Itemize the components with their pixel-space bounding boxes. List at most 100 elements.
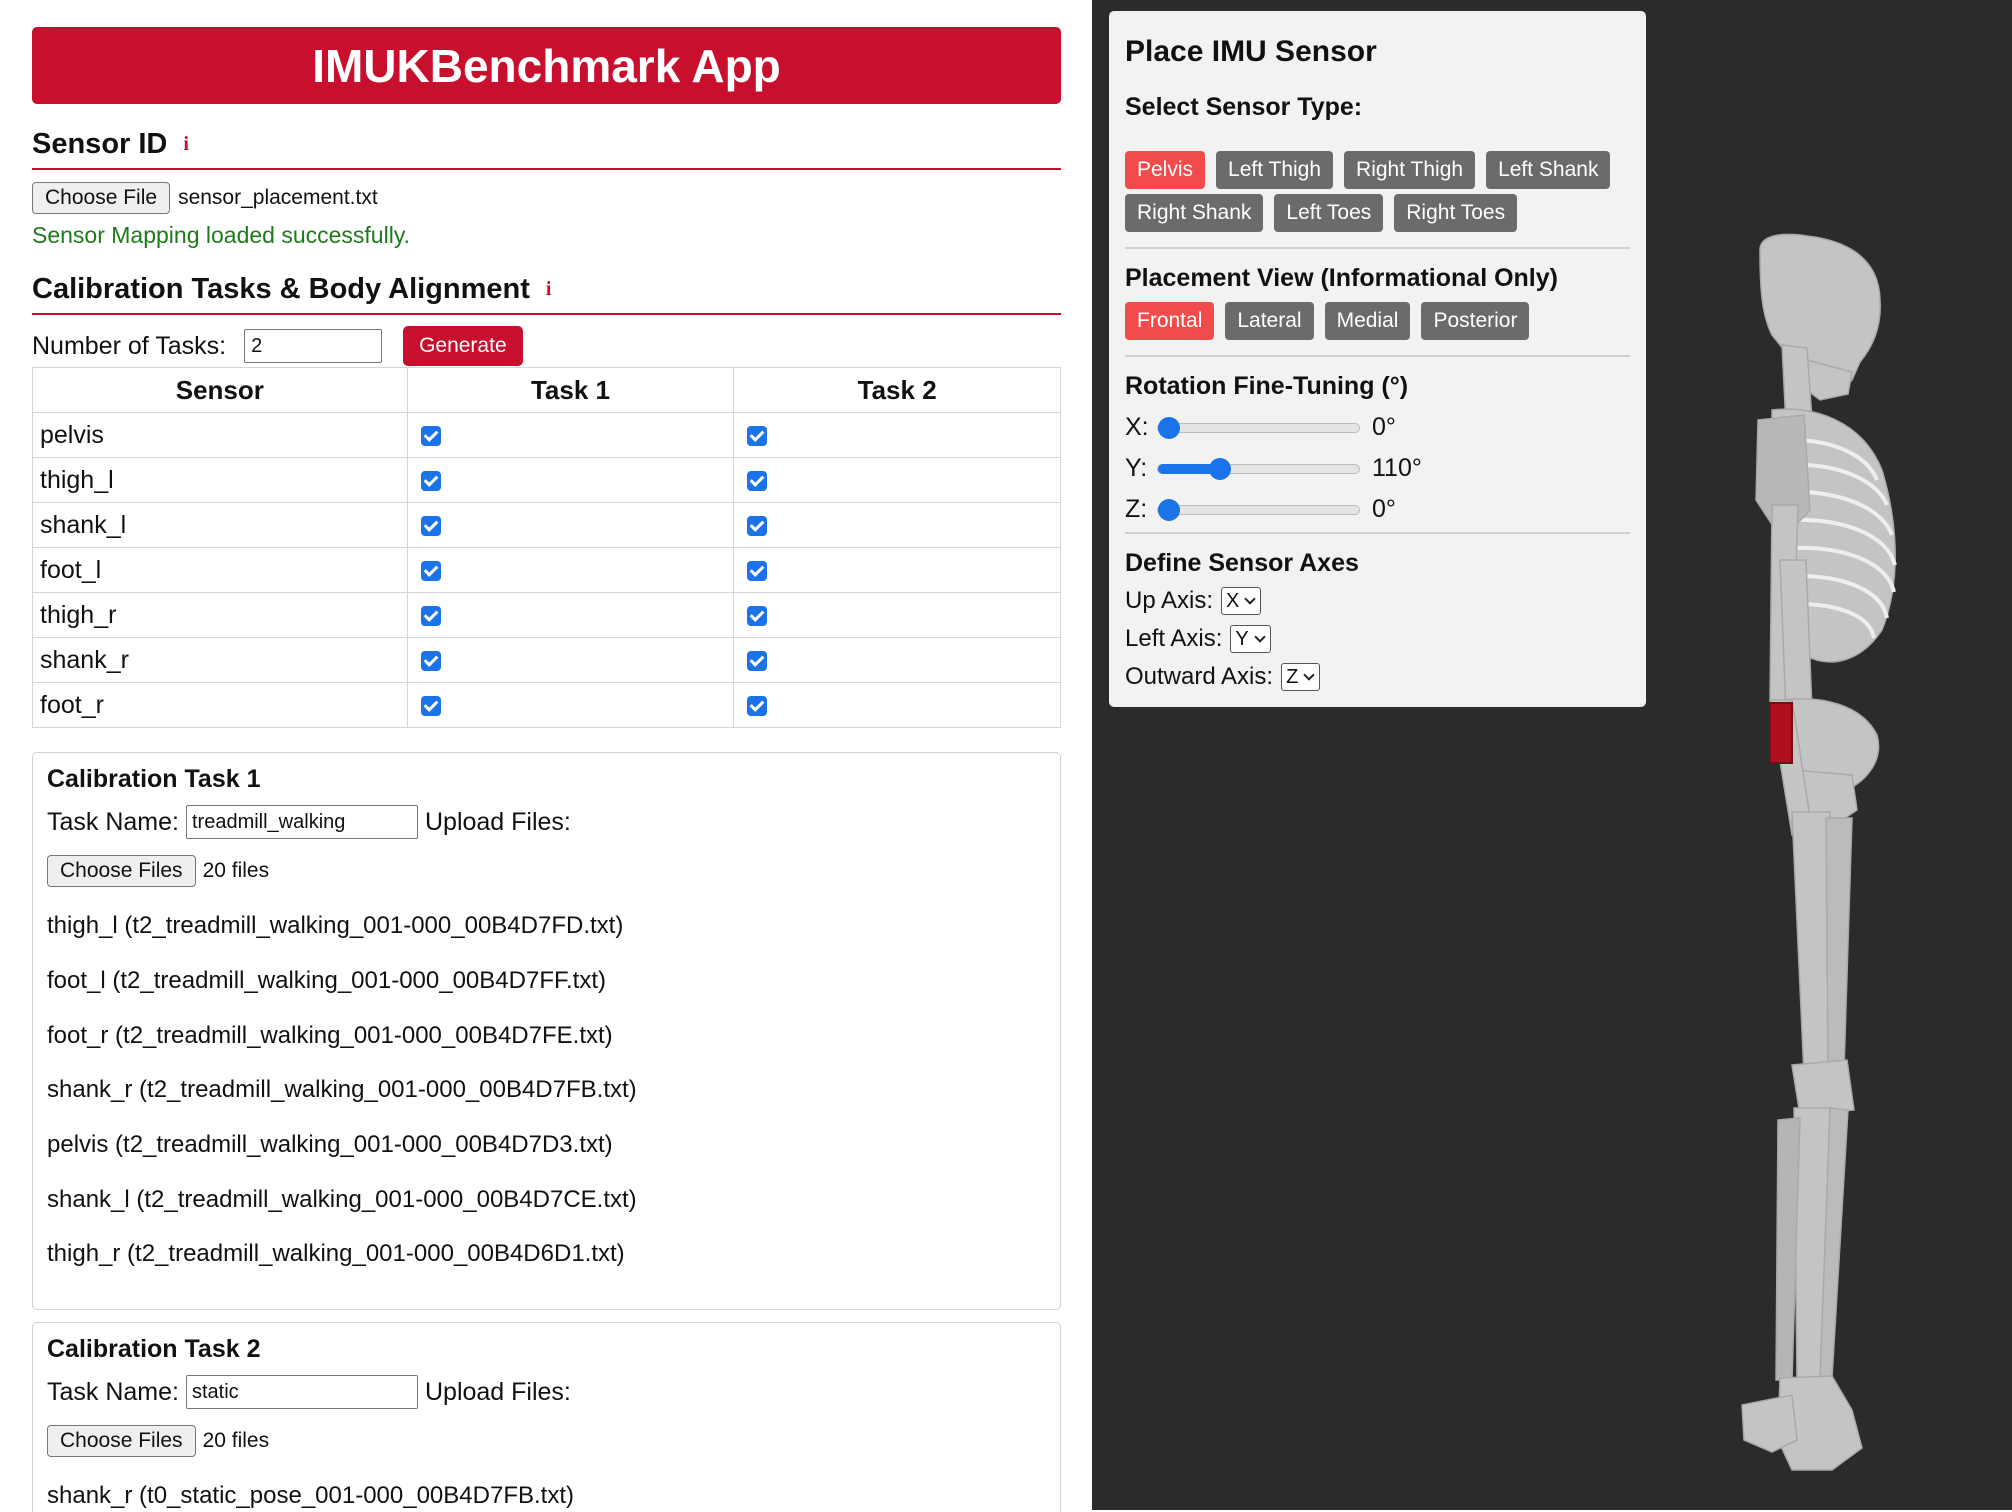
femur-2 bbox=[1825, 817, 1853, 1071]
imu-control-panel: Place IMU Sensor Select Sensor Type: Pel… bbox=[1109, 11, 1646, 707]
rotation-z-row: Z: 0° bbox=[1125, 495, 1396, 524]
rotation-heading: Rotation Fine-Tuning (°) bbox=[1125, 372, 1409, 400]
sensor-axes-heading: Define Sensor Axes bbox=[1125, 549, 1359, 577]
slider-thumb[interactable] bbox=[1158, 416, 1180, 439]
calibration-task-2: Calibration Task 2 Task Name: static Upl… bbox=[32, 1322, 1061, 1512]
list-item: shank_r (t2_treadmill_walking_001-000_00… bbox=[47, 1076, 637, 1104]
slider-thumb[interactable] bbox=[1158, 498, 1180, 521]
sensor-type-left-shank-button[interactable]: Left Shank bbox=[1486, 151, 1611, 189]
task-name-input[interactable]: treadmill_walking bbox=[185, 805, 418, 839]
file-list: thigh_l (t2_treadmill_walking_001-000_00… bbox=[47, 899, 637, 1282]
sensor-type-right-shank-button[interactable]: Right Shank bbox=[1125, 194, 1264, 232]
sensor-type-right-thigh-button[interactable]: Right Thigh bbox=[1344, 151, 1476, 189]
checkbox-checked-icon[interactable] bbox=[747, 425, 768, 446]
list-item: shank_l (t2_treadmill_walking_001-000_00… bbox=[47, 1185, 637, 1213]
task2-cell bbox=[733, 412, 1061, 458]
checkbox-checked-icon[interactable] bbox=[747, 560, 768, 581]
task-name-label: Task Name: bbox=[47, 1377, 179, 1406]
checkbox-checked-icon[interactable] bbox=[747, 695, 768, 716]
axis-label: Up Axis: bbox=[1125, 587, 1214, 614]
checkbox-checked-icon[interactable] bbox=[747, 515, 768, 536]
calibration-heading: Calibration Tasks & Body Alignment i bbox=[32, 265, 1061, 315]
task1-cell bbox=[406, 547, 735, 593]
sensor-file-row: Choose File sensor_placement.txt bbox=[32, 182, 378, 214]
sensor-type-left-toes-button[interactable]: Left Toes bbox=[1274, 194, 1384, 232]
task-title: Calibration Task 1 bbox=[47, 765, 261, 793]
task-name-row: Task Name: treadmill_walking Upload File… bbox=[47, 805, 571, 839]
axis-select[interactable]: X bbox=[1221, 587, 1262, 615]
checkbox-checked-icon[interactable] bbox=[747, 470, 768, 491]
axis-label: Outward Axis: bbox=[1125, 663, 1274, 690]
sensor-name-cell: thigh_r bbox=[32, 592, 408, 638]
num-tasks-label: Number of Tasks: bbox=[32, 331, 227, 360]
rotation-slider[interactable] bbox=[1157, 457, 1360, 480]
left-panel: IMUKBenchmark App Sensor ID i Choose Fil… bbox=[0, 0, 1092, 1512]
axis-select[interactable]: Y bbox=[1230, 625, 1271, 653]
choose-file-button[interactable]: Choose File bbox=[32, 182, 171, 214]
sensor-name-cell: shank_r bbox=[32, 637, 408, 683]
checkbox-checked-icon[interactable] bbox=[420, 425, 441, 446]
upload-files-label: Upload Files: bbox=[424, 807, 571, 836]
sensor-type-row-1: Pelvis Left Thigh Right Thigh Left Shank bbox=[1125, 151, 1611, 189]
num-tasks-input[interactable]: 2 bbox=[244, 329, 383, 363]
chevron-down-icon bbox=[1303, 669, 1315, 681]
list-item: foot_l (t2_treadmill_walking_001-000_00B… bbox=[47, 967, 606, 995]
view-frontal-button[interactable]: Frontal bbox=[1125, 302, 1215, 340]
checkbox-checked-icon[interactable] bbox=[747, 605, 768, 626]
checkbox-checked-icon[interactable] bbox=[420, 470, 441, 491]
view-lateral-button[interactable]: Lateral bbox=[1225, 302, 1314, 340]
checkbox-checked-icon[interactable] bbox=[420, 605, 441, 626]
task1-cell bbox=[406, 637, 735, 683]
axis-row: Outward Axis: Z bbox=[1125, 663, 1321, 691]
sensor-name-cell: foot_r bbox=[32, 682, 408, 728]
rotation-y-row: Y: 110° bbox=[1125, 454, 1422, 483]
sensor-type-pelvis-button[interactable]: Pelvis bbox=[1125, 151, 1206, 189]
axis-select-value: Y bbox=[1235, 627, 1249, 650]
sensor-task-table: Sensor Task 1 Task 2 pelvis thigh_l shank_… bbox=[32, 367, 1061, 728]
table-row: pelvis bbox=[32, 412, 1061, 458]
table-row: foot_r bbox=[32, 682, 1061, 728]
choose-files-button[interactable]: Choose Files bbox=[47, 1425, 196, 1457]
view-medial-button[interactable]: Medial bbox=[1324, 302, 1411, 340]
task2-cell bbox=[733, 502, 1061, 548]
placement-view-heading: Placement View (Informational Only) bbox=[1125, 264, 1558, 292]
task1-cell bbox=[406, 592, 735, 638]
list-item: shank_r (t0_static_pose_001-000_00B4D7FB… bbox=[47, 1482, 574, 1510]
info-icon[interactable]: i bbox=[183, 133, 189, 156]
files-row: Choose Files 20 files bbox=[47, 855, 269, 887]
checkbox-checked-icon[interactable] bbox=[747, 650, 768, 671]
table-row: thigh_l bbox=[32, 457, 1061, 503]
info-icon[interactable]: i bbox=[546, 278, 552, 301]
checkbox-checked-icon[interactable] bbox=[420, 560, 441, 581]
slider-axis-label: Z: bbox=[1125, 495, 1148, 523]
table-row: shank_l bbox=[32, 502, 1061, 548]
checkbox-checked-icon[interactable] bbox=[420, 515, 441, 536]
choose-files-button[interactable]: Choose Files bbox=[47, 855, 196, 887]
slider-value: 0° bbox=[1372, 413, 1396, 441]
knee bbox=[1791, 1059, 1855, 1116]
axis-row: Left Axis: Y bbox=[1125, 625, 1271, 653]
panel-title: Place IMU Sensor bbox=[1125, 35, 1377, 68]
checkbox-checked-icon[interactable] bbox=[420, 695, 441, 716]
spine bbox=[1779, 559, 1813, 713]
calibration-title: Calibration Tasks & Body Alignment bbox=[32, 272, 530, 305]
axis-select[interactable]: Z bbox=[1281, 663, 1321, 691]
task2-cell bbox=[733, 592, 1061, 638]
rotation-x-row: X: 0° bbox=[1125, 413, 1396, 442]
task2-cell bbox=[733, 682, 1061, 728]
task-name-input[interactable]: static bbox=[185, 1375, 418, 1409]
slider-value: 0° bbox=[1372, 495, 1396, 523]
slider-thumb[interactable] bbox=[1209, 457, 1232, 480]
table-row: thigh_r bbox=[32, 592, 1061, 638]
rotation-slider[interactable] bbox=[1157, 498, 1360, 521]
calibration-task-1: Calibration Task 1 Task Name: treadmill_… bbox=[32, 752, 1061, 1310]
rotation-slider[interactable] bbox=[1157, 416, 1360, 439]
slider-axis-label: X: bbox=[1125, 413, 1149, 441]
view-posterior-button[interactable]: Posterior bbox=[1421, 302, 1530, 340]
sensor-type-right-toes-button[interactable]: Right Toes bbox=[1394, 194, 1518, 232]
sensor-type-left-thigh-button[interactable]: Left Thigh bbox=[1216, 151, 1334, 189]
chevron-down-icon bbox=[1244, 593, 1257, 605]
3d-viewport[interactable]: Place IMU Sensor Select Sensor Type: Pel… bbox=[1092, 0, 2012, 1512]
generate-button[interactable]: Generate bbox=[403, 326, 523, 366]
checkbox-checked-icon[interactable] bbox=[420, 650, 441, 671]
